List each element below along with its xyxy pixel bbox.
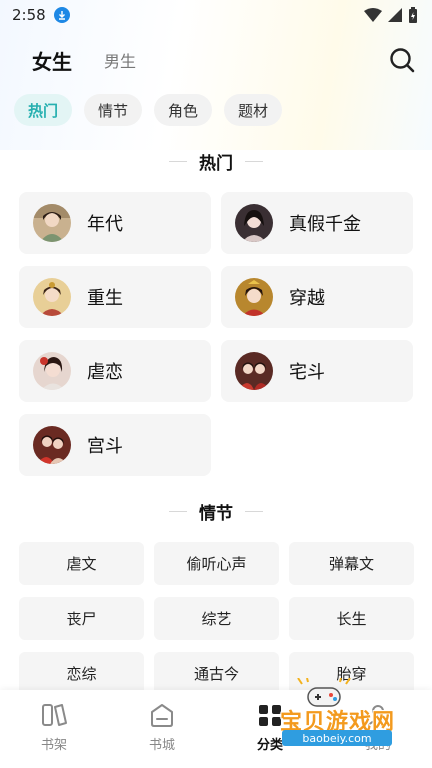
divider — [245, 160, 263, 162]
category-label: 重生 — [87, 288, 123, 309]
category-card-zhaidou[interactable]: 宅斗 — [221, 340, 413, 402]
portrait-icon — [33, 426, 71, 464]
chip-hot[interactable]: 热门 — [14, 94, 73, 126]
tag-card[interactable]: 偷听心声 — [154, 542, 279, 585]
gender-tabs-header: 女生 男生 — [0, 40, 432, 80]
category-content[interactable]: 热门 年代 真假千金 重生 穿越 虐恋 宅斗 宫斗 情节 虐文 偷听心声 弹幕文… — [0, 140, 432, 690]
section-title-hot: 热门 — [0, 140, 432, 182]
category-card-zhenjiaqianjin[interactable]: 真假千金 — [221, 192, 413, 254]
divider — [169, 160, 187, 162]
category-card-gongdou[interactable]: 宫斗 — [19, 414, 211, 476]
category-card-nuelian[interactable]: 虐恋 — [19, 340, 211, 402]
divider — [169, 510, 187, 512]
portrait-icon — [33, 352, 71, 390]
nav-label: 书城 — [148, 738, 175, 753]
bookshelf-icon — [42, 704, 67, 726]
divider — [245, 510, 263, 512]
category-label: 真假千金 — [289, 214, 361, 235]
chip-role[interactable]: 角色 — [154, 94, 213, 126]
nav-bookshelf[interactable]: 书架 — [0, 690, 108, 768]
category-filter-chips: 热门 情节 角色 题材 — [14, 94, 283, 126]
tag-card[interactable]: 虐文 — [19, 542, 144, 585]
wifi-icon — [364, 8, 382, 22]
category-card-chongsheng[interactable]: 重生 — [19, 266, 211, 328]
portrait-icon — [235, 278, 273, 316]
watermark-logo: 宝贝游戏网 baobeiy.com — [252, 676, 410, 754]
chip-plot[interactable]: 情节 — [84, 94, 143, 126]
battery-icon — [409, 7, 417, 23]
category-label: 宫斗 — [87, 436, 123, 457]
tab-male[interactable]: 男生 — [104, 48, 136, 72]
portrait-icon — [33, 204, 71, 242]
category-card-chuanyue[interactable]: 穿越 — [221, 266, 413, 328]
nav-bookstore[interactable]: 书城 — [108, 690, 216, 768]
bookstore-icon — [151, 704, 173, 727]
tag-card[interactable]: 丧尸 — [19, 597, 144, 640]
status-bar: 2:58 — [0, 0, 432, 30]
tag-card[interactable]: 弹幕文 — [289, 542, 414, 585]
section-title-plot: 情节 — [0, 490, 432, 532]
section-title-text: 情节 — [199, 503, 233, 524]
tag-card[interactable]: 恋综 — [19, 652, 144, 690]
download-notification-icon — [53, 7, 70, 23]
cellular-signal-icon — [388, 8, 402, 22]
nav-label: 书架 — [40, 738, 67, 753]
portrait-icon — [235, 352, 273, 390]
search-icon[interactable] — [388, 46, 416, 74]
category-label: 穿越 — [289, 288, 325, 309]
watermark-domain: baobeiy.com — [282, 730, 392, 746]
category-card-niandai[interactable]: 年代 — [19, 192, 211, 254]
category-label: 虐恋 — [87, 362, 123, 383]
category-label: 宅斗 — [289, 362, 325, 383]
portrait-icon — [33, 278, 71, 316]
portrait-icon — [235, 204, 273, 242]
tag-card[interactable]: 长生 — [289, 597, 414, 640]
tag-card[interactable]: 综艺 — [154, 597, 279, 640]
tab-female[interactable]: 女生 — [32, 46, 72, 75]
category-label: 年代 — [87, 214, 123, 235]
hot-category-grid: 年代 真假千金 重生 穿越 虐恋 宅斗 宫斗 — [0, 192, 432, 476]
chip-theme[interactable]: 题材 — [224, 94, 283, 126]
status-time: 2:58 — [12, 6, 46, 24]
plot-tag-grid: 虐文 偷听心声 弹幕文 丧尸 综艺 长生 恋综 通古今 胎穿 — [0, 542, 432, 690]
section-title-text: 热门 — [199, 153, 233, 174]
